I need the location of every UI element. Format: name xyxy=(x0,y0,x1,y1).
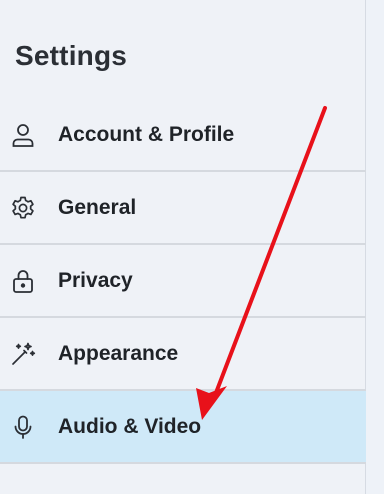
menu-item-label: Account & Profile xyxy=(58,122,235,146)
magic-wand-icon xyxy=(10,341,36,367)
lock-icon xyxy=(10,268,36,294)
menu-item-account-profile[interactable]: Account & Profile xyxy=(0,99,366,172)
menu-item-label: Privacy xyxy=(58,268,133,292)
microphone-icon xyxy=(10,414,36,440)
menu-item-appearance[interactable]: Appearance xyxy=(0,318,366,391)
settings-sidebar: Settings Account & Profile General Priva… xyxy=(0,0,366,494)
page-title: Settings xyxy=(15,40,128,71)
settings-menu: Account & Profile General Privacy Appear… xyxy=(0,99,366,464)
menu-item-audio-video[interactable]: Audio & Video xyxy=(0,391,366,464)
menu-item-general[interactable]: General xyxy=(0,172,366,245)
menu-item-privacy[interactable]: Privacy xyxy=(0,245,366,318)
menu-item-label: General xyxy=(58,195,137,219)
gear-icon xyxy=(10,195,36,221)
user-icon xyxy=(10,122,36,148)
menu-item-label: Audio & Video xyxy=(58,414,202,438)
menu-item-label: Appearance xyxy=(58,341,179,365)
